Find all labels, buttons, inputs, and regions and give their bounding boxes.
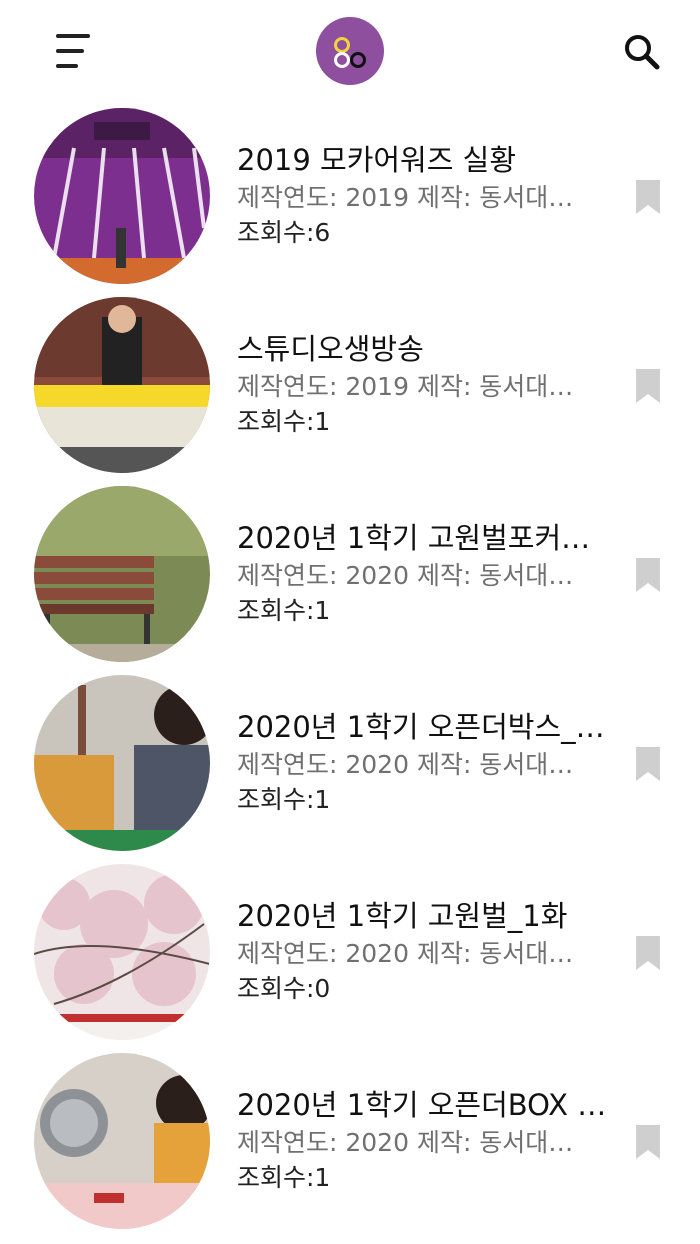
list-item[interactable]: 2020년 1학기 고원벌포커스... 제작연도: 2020 제작: 동서대… … (0, 478, 700, 667)
video-meta: 제작연도: 2020 제작: 동서대… (237, 561, 574, 590)
list-item[interactable]: 스튜디오생방송 제작연도: 2019 제작: 동서대… 조회수:1 (0, 289, 700, 478)
view-count: 조회수:1 (237, 596, 331, 625)
brand-logo[interactable] (316, 17, 384, 85)
video-meta: 제작연도: 2020 제작: 동서대… (237, 1128, 574, 1157)
video-title: 2020년 1학기 고원벌포커스... (237, 521, 609, 555)
video-meta: 제작연도: 2020 제작: 동서대… (237, 939, 574, 968)
list-item[interactable]: 2019 모카어워즈 실황 제작연도: 2019 제작: 동서대… 조회수:6 (0, 100, 700, 289)
bookmark-icon[interactable] (636, 369, 660, 403)
view-count: 조회수:6 (237, 218, 331, 247)
bookmark-icon[interactable] (636, 1125, 660, 1159)
video-title: 2020년 1학기 고원벌_1화 (237, 899, 568, 933)
video-meta: 제작연도: 2020 제작: 동서대… (237, 750, 574, 779)
video-meta: 제작연도: 2019 제작: 동서대… (237, 183, 574, 212)
video-thumbnail[interactable] (34, 675, 210, 851)
video-thumbnail[interactable] (34, 108, 210, 284)
view-count: 조회수:0 (237, 974, 331, 1003)
view-count: 조회수:1 (237, 785, 331, 814)
video-title: 스튜디오생방송 (237, 332, 424, 366)
video-thumbnail[interactable] (34, 297, 210, 473)
video-title: 2020년 1학기 오픈더BOX 1화 (237, 1088, 609, 1122)
video-meta: 제작연도: 2019 제작: 동서대… (237, 372, 574, 401)
bookmark-icon[interactable] (636, 558, 660, 592)
video-title: 2020년 1학기 오픈더박스_2화 (237, 710, 609, 744)
list-item[interactable]: 2020년 1학기 고원벌_1화 제작연도: 2020 제작: 동서대… 조회수… (0, 856, 700, 1045)
search-icon[interactable] (622, 32, 662, 72)
bookmark-icon[interactable] (636, 747, 660, 781)
video-title: 2019 모카어워즈 실황 (237, 143, 516, 177)
view-count: 조회수:1 (237, 1163, 331, 1192)
bookmark-icon[interactable] (636, 936, 660, 970)
video-thumbnail[interactable] (34, 1053, 210, 1229)
video-thumbnail[interactable] (34, 864, 210, 1040)
list-item[interactable]: 2020년 1학기 오픈더박스_2화 제작연도: 2020 제작: 동서대… 조… (0, 667, 700, 856)
hamburger-menu-icon[interactable] (56, 34, 92, 68)
video-thumbnail[interactable] (34, 486, 210, 662)
app-header (0, 0, 700, 100)
bookmark-icon[interactable] (636, 180, 660, 214)
view-count: 조회수:1 (237, 407, 331, 436)
list-item[interactable]: 2020년 1학기 오픈더BOX 1화 제작연도: 2020 제작: 동서대… … (0, 1045, 700, 1234)
